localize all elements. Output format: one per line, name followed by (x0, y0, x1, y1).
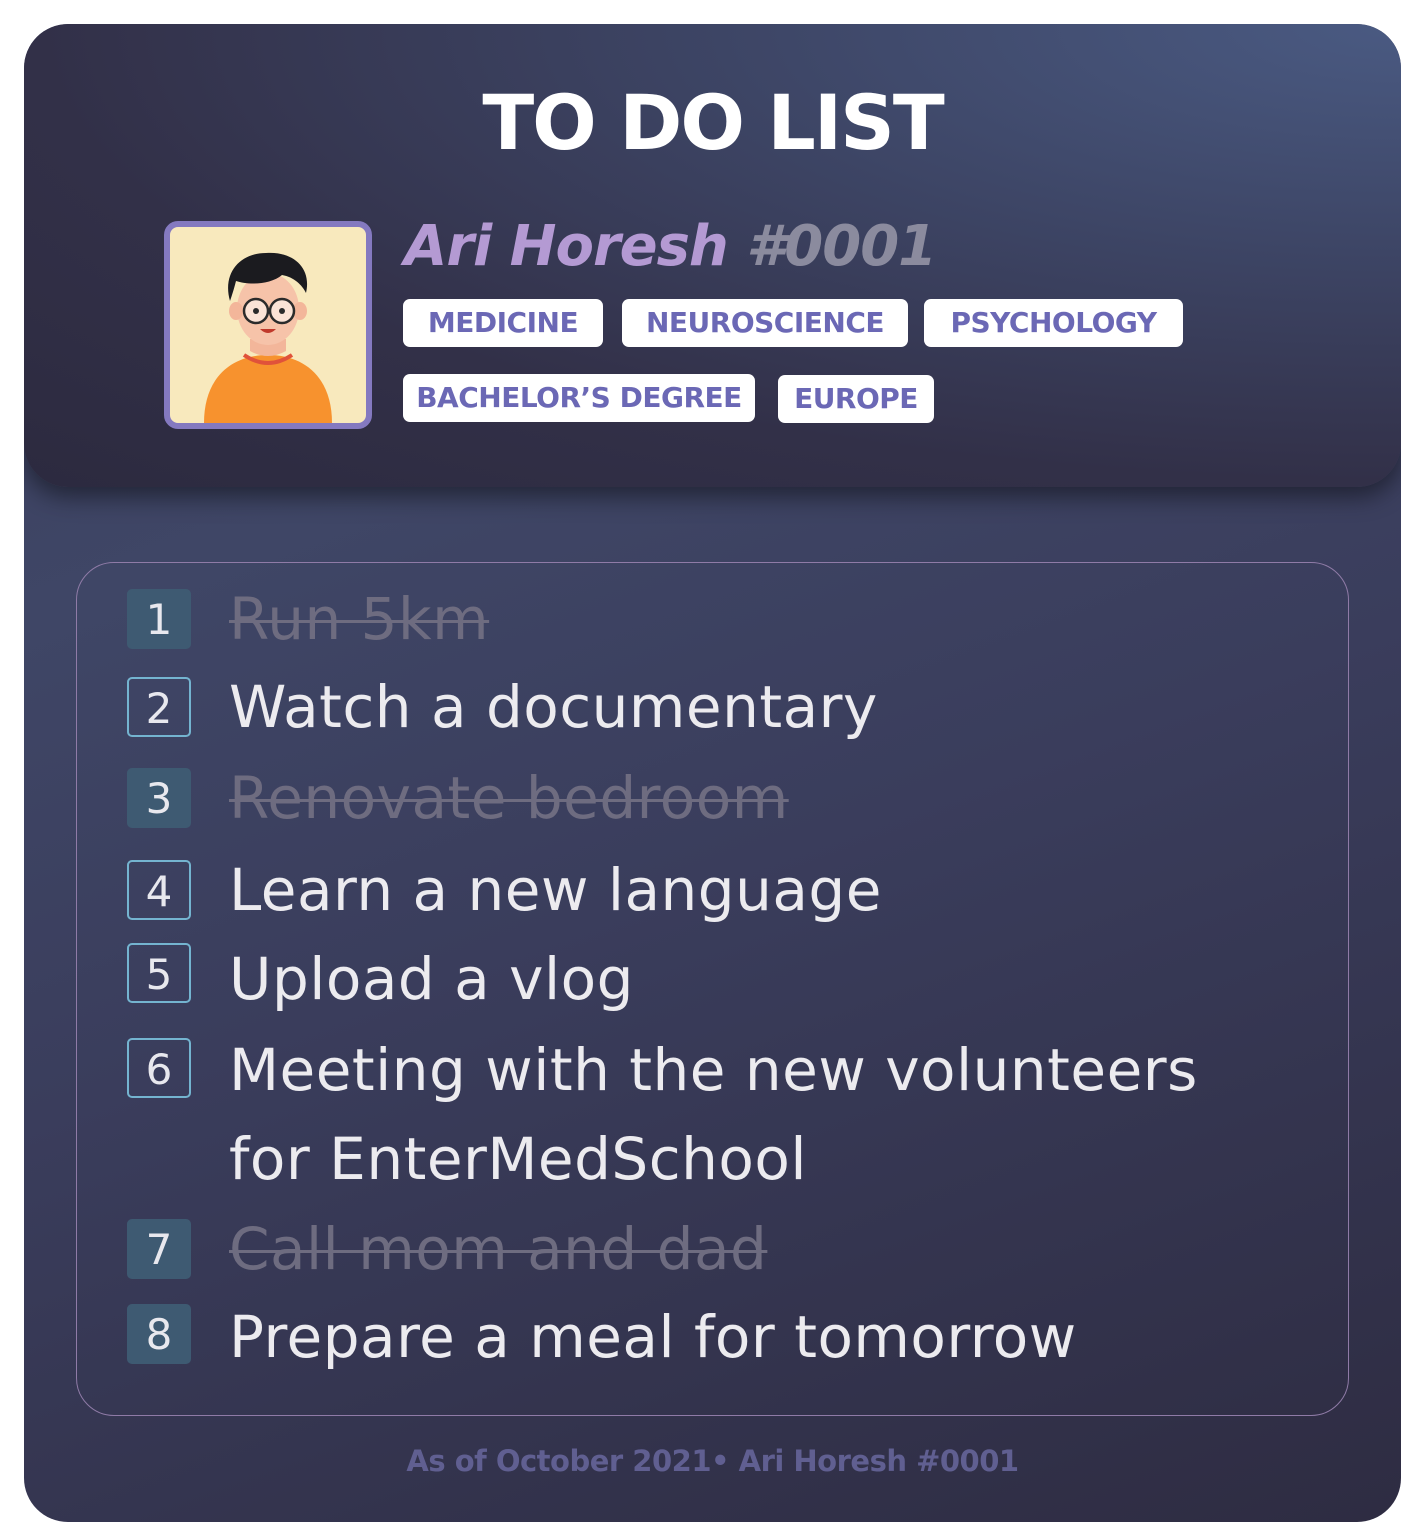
user-tag-number: #0001 (746, 214, 937, 279)
task-number-badge: 6 (127, 1038, 191, 1098)
task-number-badge: 8 (127, 1304, 191, 1364)
task-label: Watch a documentary (229, 673, 878, 741)
task-number-badge: 3 (127, 768, 191, 828)
person-avatar-icon (204, 252, 332, 423)
task-number-badge: 7 (127, 1219, 191, 1279)
user-display-name: Ari Horesh (404, 214, 729, 279)
task-number-badge: 4 (127, 860, 191, 920)
task-label: Meeting with the new volunteers (229, 1036, 1198, 1104)
tag-medicine: MEDICINE (403, 299, 603, 347)
task-list: 1 Run 5km 2 Watch a documentary 3 Renova… (76, 562, 1349, 1416)
user-name: Ari Horesh #0001 (404, 214, 937, 279)
task-number-badge: 5 (127, 943, 191, 1003)
task-label: Learn a new language (229, 856, 882, 924)
task-number-badge: 1 (127, 589, 191, 649)
tag-neuroscience: NEUROSCIENCE (622, 299, 908, 347)
task-label-continuation: for EnterMedSchool (229, 1125, 807, 1193)
task-label: Prepare a meal for tomorrow (229, 1303, 1077, 1371)
profile-header: TO DO LIST Ari Horesh #0001 MEDICINE NEU… (24, 24, 1401, 487)
task-label: Call mom and dad (229, 1215, 768, 1283)
tag-bachelors-degree: BACHELOR’S DEGREE (403, 374, 755, 422)
todo-card: TO DO LIST Ari Horesh #0001 MEDICINE NEU… (24, 24, 1401, 1522)
tag-europe: EUROPE (778, 375, 934, 423)
task-number-badge: 2 (127, 677, 191, 737)
footer-caption: As of October 2021• Ari Horesh #0001 (406, 1444, 1019, 1478)
avatar (164, 221, 372, 429)
task-label: Run 5km (229, 585, 490, 653)
task-label: Upload a vlog (229, 945, 634, 1013)
task-label: Renovate bedroom (229, 764, 789, 832)
tag-psychology: PSYCHOLOGY (924, 299, 1183, 347)
page-title: TO DO LIST (482, 78, 944, 167)
